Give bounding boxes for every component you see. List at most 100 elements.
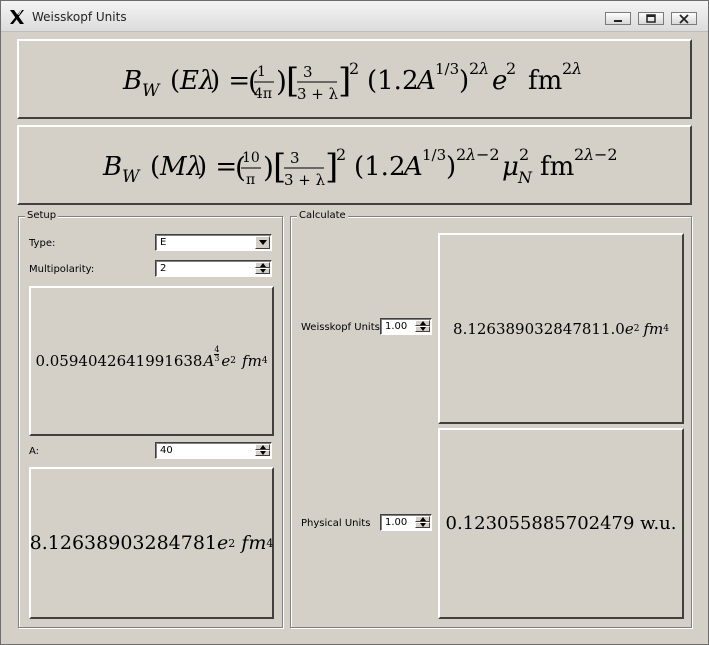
arrow-down-icon (260, 451, 266, 455)
type-select[interactable]: E (155, 234, 272, 251)
multipolarity-value: 2 (160, 263, 167, 274)
value-e: e (217, 532, 229, 554)
calculate-group: Calculate Weisskopf Units 1.00 8.1263890… (290, 210, 692, 628)
svg-text:) =: ) = (197, 152, 237, 182)
close-button[interactable] (671, 12, 697, 25)
svg-text:λ: λ (571, 59, 582, 78)
weisskopf-result-panel: 8.126389032847811.0 e2 fm 4 (438, 233, 684, 424)
magnetic-formula-panel: B W ( Mλ ) = ( 10 π ) [ 3 3 + λ ] 2 (1.2… (17, 125, 692, 205)
svg-text:1/3: 1/3 (435, 60, 459, 78)
arrow-up-icon (260, 445, 266, 449)
weisskopf-units-label: Weisskopf Units (301, 322, 380, 333)
svg-text:10: 10 (242, 150, 260, 166)
arrow-down-icon (420, 523, 426, 527)
svg-text:1: 1 (257, 64, 266, 80)
weisskopf-spin-buttons[interactable] (415, 320, 430, 333)
weisskopf-units-value: 1.00 (385, 321, 408, 332)
calculate-title: Calculate (297, 210, 348, 221)
weisskopf-result-fm-exp: 4 (663, 323, 669, 334)
svg-text:) =: ) = (210, 66, 250, 96)
physical-units-spinbox[interactable]: 1.00 (380, 514, 432, 531)
value-mantissa: 8.12638903284781 (29, 532, 218, 554)
svg-text:λ: λ (465, 145, 476, 164)
physical-units-value: 1.00 (385, 517, 408, 528)
physical-spin-buttons[interactable] (415, 516, 430, 529)
arrow-down-icon (260, 269, 266, 273)
svg-text:fm: fm (540, 152, 574, 182)
svg-text:(: ( (150, 152, 160, 182)
coefficient-fm-exp: 4 (261, 356, 268, 366)
svg-text:(: ( (170, 66, 180, 96)
weisskopf-result-fm: fm (643, 319, 664, 338)
a-label: A: (29, 446, 40, 457)
svg-text:(1.2: (1.2 (354, 152, 406, 182)
svg-text:1/3: 1/3 (422, 146, 446, 164)
svg-text:3 + λ: 3 + λ (297, 85, 339, 103)
electric-formula-panel: B W ( Eλ ) = ( 1 4π ) [ 3 3 + λ ] 2 (1.2… (17, 39, 692, 119)
svg-text:fm: fm (528, 66, 562, 96)
coefficient-mantissa: 0.0594042641991638 (35, 352, 203, 370)
minimize-icon (614, 20, 622, 22)
svg-text:π: π (246, 172, 255, 188)
svg-text:A: A (415, 66, 436, 96)
svg-text:2: 2 (574, 145, 584, 164)
coefficient-e-exp: 2 (230, 356, 237, 366)
title-bar[interactable]: Weisskopf Units (1, 1, 708, 32)
coefficient-a: A (203, 352, 215, 370)
x-logo-icon (10, 10, 24, 24)
multipolarity-spinbox[interactable]: 2 (155, 260, 272, 277)
weisskopf-result-mantissa: 8.126389032847811.0 (453, 319, 625, 338)
minimize-button[interactable] (605, 12, 631, 25)
spin-down-button[interactable] (415, 326, 430, 332)
svg-text:2: 2 (336, 145, 346, 164)
type-value: E (160, 237, 167, 248)
type-label: Type: (29, 238, 56, 249)
svg-text:B: B (102, 152, 122, 182)
a-value: 40 (160, 445, 173, 456)
value-result-panel: 8.12638903284781 e2 fm 4 (29, 467, 274, 619)
weisskopf-units-spinbox[interactable]: 1.00 (380, 318, 432, 335)
svg-text:W: W (142, 81, 161, 101)
svg-text:W: W (122, 167, 141, 187)
spin-down-button[interactable] (255, 450, 270, 456)
chevron-down-icon (258, 240, 267, 245)
svg-text:λ: λ (583, 145, 594, 164)
setup-title: Setup (25, 210, 59, 221)
multipolarity-spin-buttons[interactable] (255, 262, 270, 275)
svg-text:(1.2: (1.2 (367, 66, 419, 96)
svg-text:B: B (122, 66, 142, 96)
spin-down-button[interactable] (255, 268, 270, 274)
svg-text:2: 2 (519, 145, 529, 164)
svg-text:): ) (459, 66, 469, 96)
value-fm: fm (241, 532, 267, 554)
svg-text:−2: −2 (594, 145, 618, 164)
svg-text:): ) (446, 152, 456, 182)
spin-down-button[interactable] (415, 522, 430, 528)
maximize-icon (646, 14, 656, 23)
value-e-exp: 2 (228, 536, 236, 550)
svg-text:N: N (517, 168, 533, 187)
exp-denominator: 3 (214, 353, 220, 363)
svg-text:2: 2 (562, 59, 572, 78)
close-icon (679, 14, 689, 24)
window-title: Weisskopf Units (32, 10, 127, 24)
electric-formula: B W ( Eλ ) = ( 1 4π ) [ 3 3 + λ ] 2 (1.2… (122, 59, 582, 103)
a-spin-buttons[interactable] (255, 444, 270, 457)
svg-text:μ: μ (502, 152, 519, 182)
multipolarity-label: Multipolarity: (29, 264, 95, 275)
svg-text:4π: 4π (254, 86, 272, 102)
physical-result-panel: 0.123055885702479 w.u. (438, 428, 684, 619)
arrow-up-icon (420, 321, 426, 325)
svg-text:λ: λ (478, 59, 489, 78)
coefficient-e: e (221, 352, 231, 370)
maximize-button[interactable] (638, 12, 664, 25)
a-spinbox[interactable]: 40 (155, 442, 272, 459)
coefficient-a-exponent: 4 3 (214, 345, 220, 363)
app-window: Weisskopf Units B W ( Eλ ) = ( 1 4π ) [ … (0, 0, 709, 645)
weisskopf-result-e-exp: 2 (633, 323, 640, 334)
svg-text:2: 2 (349, 59, 359, 78)
weisskopf-result-e: e (624, 319, 634, 338)
svg-text:A: A (402, 152, 423, 182)
svg-text:3 + λ: 3 + λ (284, 171, 326, 189)
type-dropdown-button[interactable] (255, 236, 270, 249)
